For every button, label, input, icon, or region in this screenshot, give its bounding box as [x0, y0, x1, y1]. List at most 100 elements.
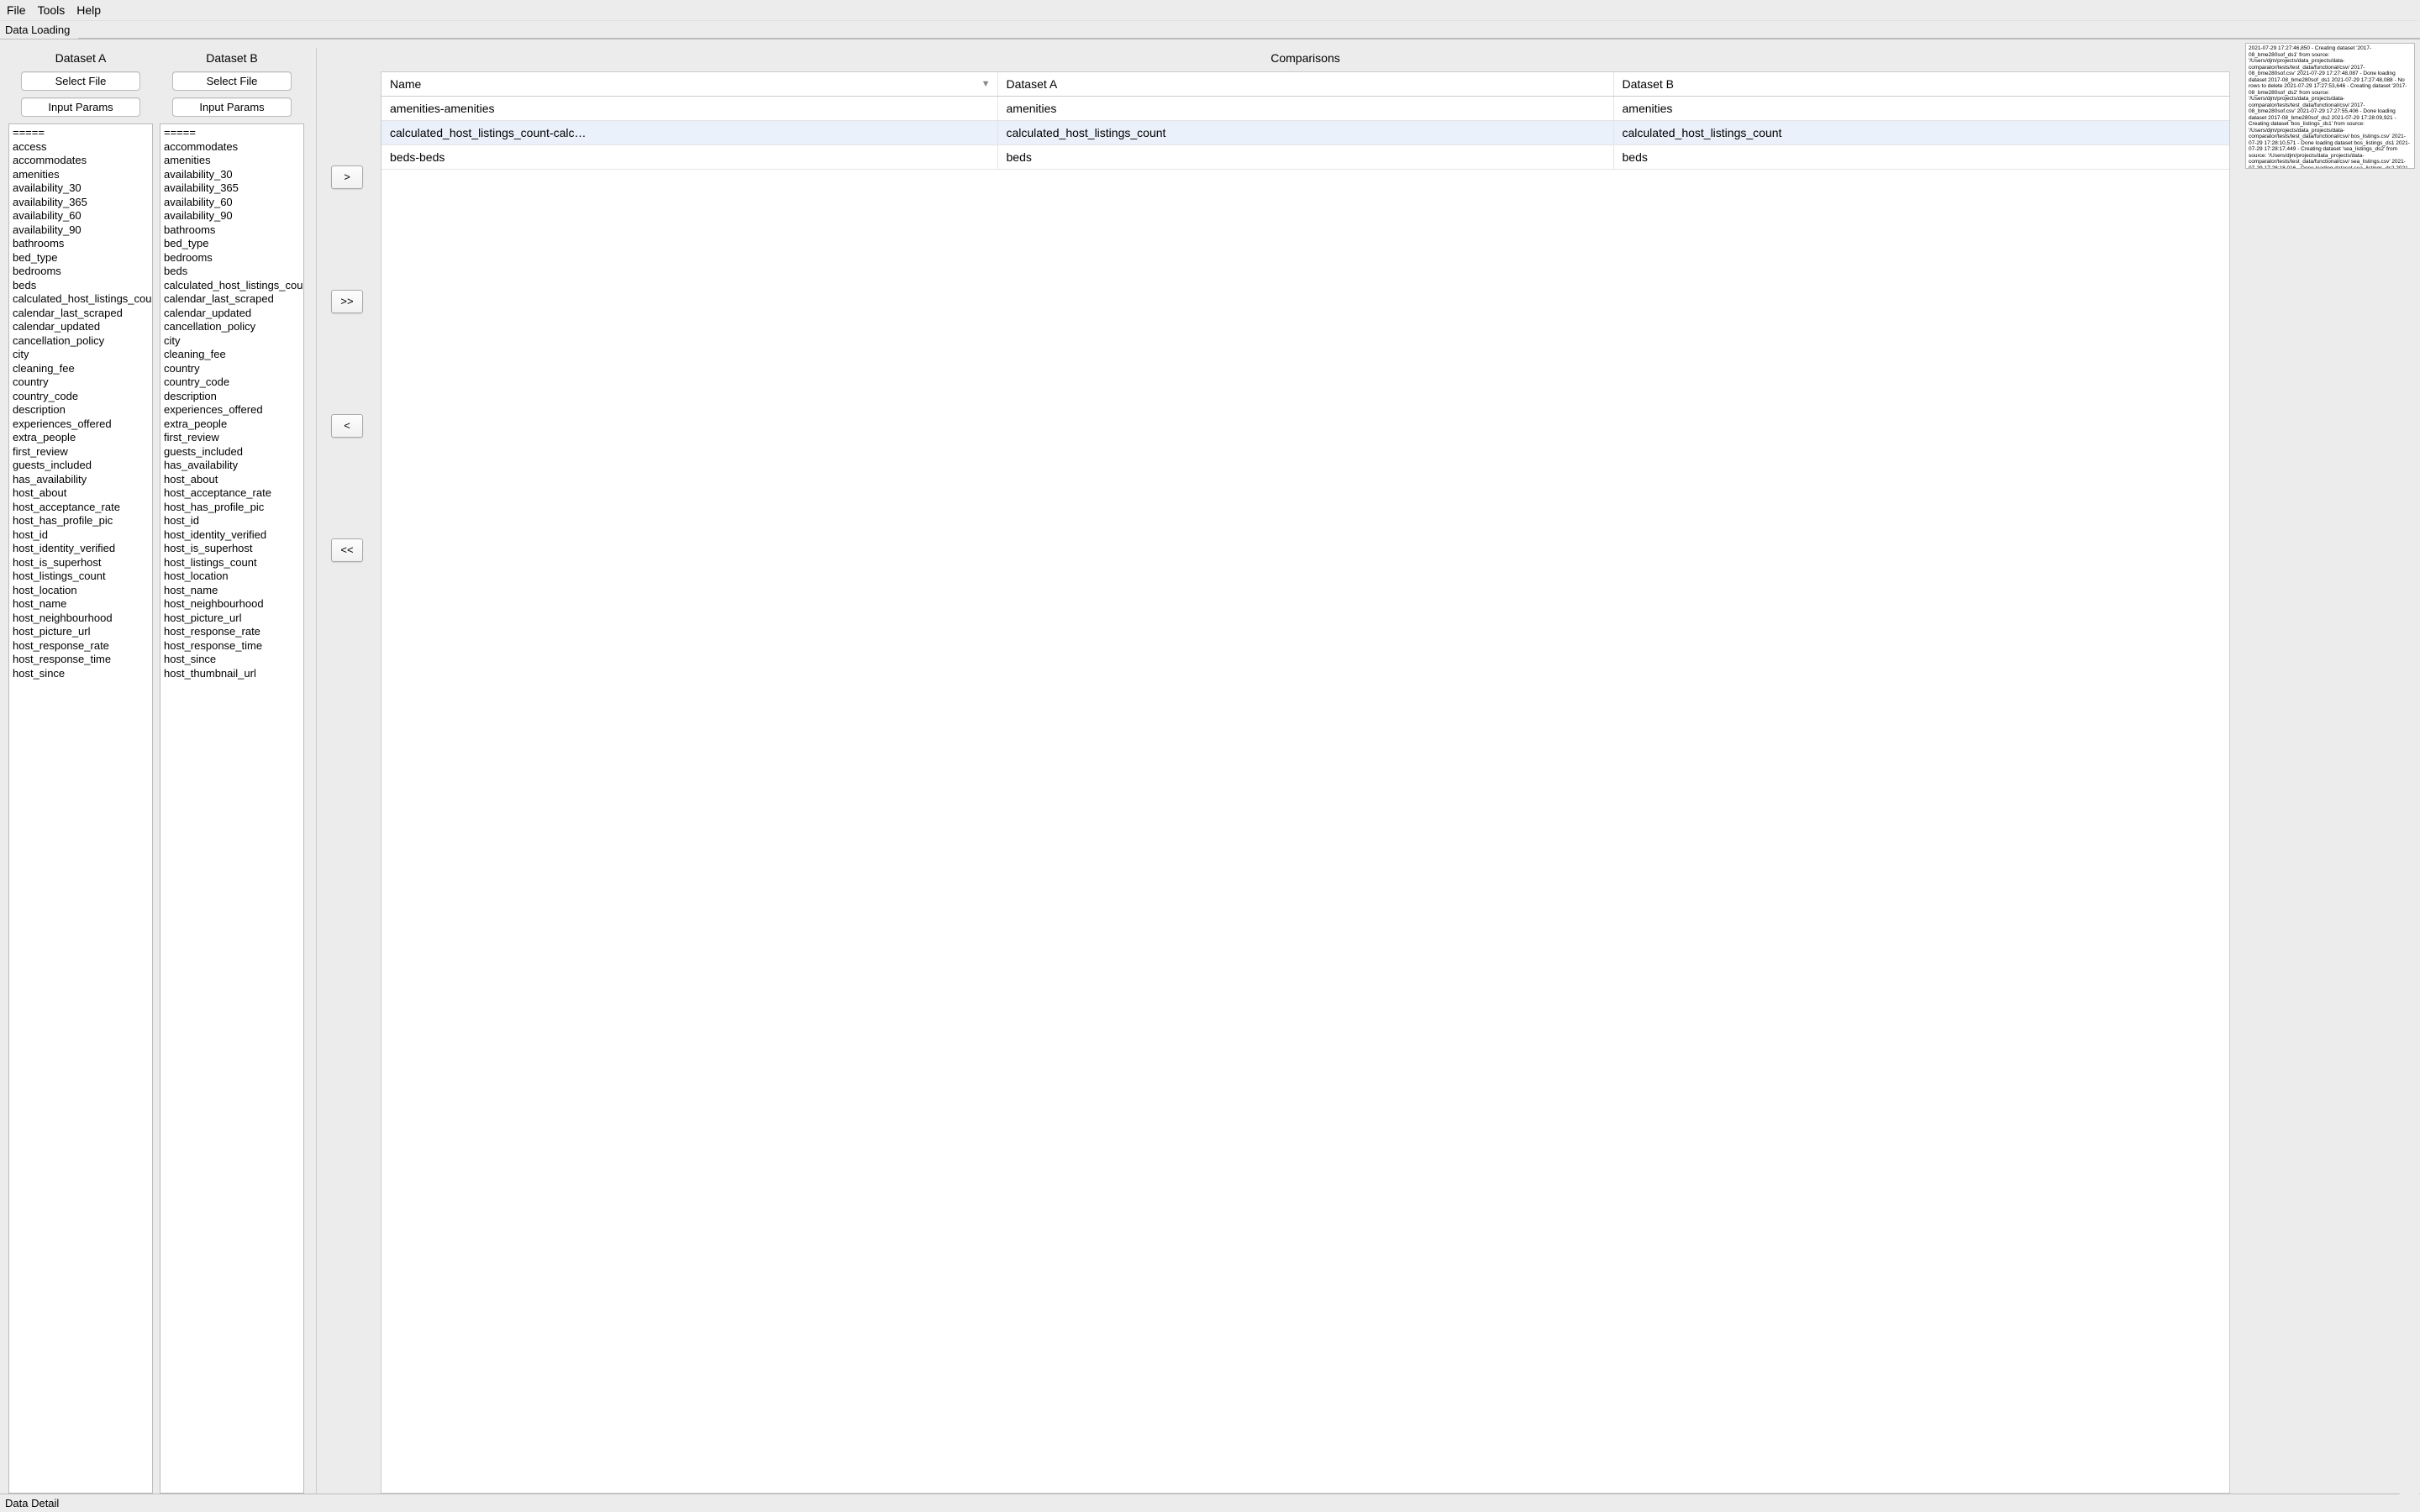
list-item[interactable]: host_identity_verified: [160, 528, 303, 543]
list-item[interactable]: host_has_profile_pic: [9, 514, 152, 528]
list-item[interactable]: host_acceptance_rate: [9, 501, 152, 515]
list-item[interactable]: host_is_superhost: [9, 556, 152, 570]
list-item[interactable]: host_is_superhost: [160, 542, 303, 556]
list-item[interactable]: host_location: [160, 570, 303, 584]
list-item[interactable]: host_name: [9, 597, 152, 612]
list-item[interactable]: host_about: [9, 486, 152, 501]
table-row[interactable]: calculated_host_listings_count-calc…calc…: [381, 121, 2229, 145]
list-item[interactable]: beds: [160, 265, 303, 279]
list-item[interactable]: host_id: [160, 514, 303, 528]
list-item[interactable]: description: [9, 403, 152, 417]
list-item[interactable]: host_since: [9, 667, 152, 681]
list-item[interactable]: country_code: [160, 375, 303, 390]
list-item[interactable]: city: [160, 334, 303, 349]
list-item[interactable]: host_about: [160, 473, 303, 487]
list-item[interactable]: has_availability: [9, 473, 152, 487]
list-item[interactable]: host_picture_url: [9, 625, 152, 639]
list-item[interactable]: extra_people: [160, 417, 303, 432]
list-item[interactable]: first_review: [9, 445, 152, 459]
list-item[interactable]: host_response_time: [9, 653, 152, 667]
remove-all-button[interactable]: <<: [331, 538, 363, 562]
list-item[interactable]: country: [9, 375, 152, 390]
list-item[interactable]: amenities: [160, 154, 303, 168]
list-item[interactable]: availability_365: [9, 196, 152, 210]
list-item[interactable]: guests_included: [160, 445, 303, 459]
list-item[interactable]: amenities: [9, 168, 152, 182]
list-item[interactable]: availability_30: [160, 168, 303, 182]
list-item[interactable]: host_name: [160, 584, 303, 598]
list-item[interactable]: availability_60: [160, 196, 303, 210]
select-file-b-button[interactable]: Select File: [172, 71, 292, 91]
list-item[interactable]: host_has_profile_pic: [160, 501, 303, 515]
col-header-dataset-b[interactable]: Dataset B: [1613, 72, 2229, 97]
list-item[interactable]: calendar_updated: [9, 320, 152, 334]
list-item[interactable]: host_listings_count: [160, 556, 303, 570]
list-item[interactable]: has_availability: [160, 459, 303, 473]
list-item[interactable]: accommodates: [160, 140, 303, 155]
list-item[interactable]: description: [160, 390, 303, 404]
tab-data-loading[interactable]: Data Loading: [0, 21, 78, 39]
list-item[interactable]: cleaning_fee: [160, 348, 303, 362]
list-item[interactable]: host_location: [9, 584, 152, 598]
col-header-dataset-a[interactable]: Dataset A: [997, 72, 1613, 97]
list-item[interactable]: host_acceptance_rate: [160, 486, 303, 501]
list-item[interactable]: cancellation_policy: [9, 334, 152, 349]
list-item[interactable]: country: [160, 362, 303, 376]
list-item[interactable]: calculated_host_listings_count: [160, 279, 303, 293]
menu-tools[interactable]: Tools: [38, 3, 66, 17]
tab-data-detail[interactable]: Data Detail: [0, 1494, 67, 1512]
list-item[interactable]: cleaning_fee: [9, 362, 152, 376]
list-item[interactable]: host_since: [160, 653, 303, 667]
dataset-a-listbox[interactable]: =====accessaccommodatesamenities availabi…: [8, 123, 153, 1494]
list-item[interactable]: calendar_updated: [160, 307, 303, 321]
list-item[interactable]: calendar_last_scraped: [160, 292, 303, 307]
list-item[interactable]: first_review: [160, 431, 303, 445]
list-item[interactable]: calendar_last_scraped: [9, 307, 152, 321]
menu-file[interactable]: File: [7, 3, 26, 17]
list-item[interactable]: host_identity_verified: [9, 542, 152, 556]
list-item[interactable]: accommodates: [9, 154, 152, 168]
list-item[interactable]: host_id: [9, 528, 152, 543]
log-box[interactable]: 2021-07-29 17:27:46,850 - Creating datas…: [2245, 43, 2415, 169]
list-item[interactable]: =====: [9, 126, 152, 140]
list-item[interactable]: host_neighbourhood: [160, 597, 303, 612]
list-item[interactable]: availability_60: [9, 209, 152, 223]
list-item[interactable]: host_listings_count: [9, 570, 152, 584]
table-row[interactable]: amenities-amenitiesamenitiesamenities: [381, 97, 2229, 121]
list-item[interactable]: availability_90: [9, 223, 152, 238]
list-item[interactable]: bedrooms: [9, 265, 152, 279]
list-item[interactable]: cancellation_policy: [160, 320, 303, 334]
list-item[interactable]: availability_365: [160, 181, 303, 196]
list-item[interactable]: guests_included: [9, 459, 152, 473]
list-item[interactable]: access: [9, 140, 152, 155]
list-item[interactable]: extra_people: [9, 431, 152, 445]
remove-one-button[interactable]: <: [331, 414, 363, 438]
add-one-button[interactable]: >: [331, 165, 363, 189]
list-item[interactable]: experiences_offered: [9, 417, 152, 432]
menu-help[interactable]: Help: [76, 3, 101, 17]
col-header-name[interactable]: Name ▼: [381, 72, 997, 97]
list-item[interactable]: host_response_rate: [160, 625, 303, 639]
list-item[interactable]: =====: [160, 126, 303, 140]
list-item[interactable]: city: [9, 348, 152, 362]
list-item[interactable]: host_neighbourhood: [9, 612, 152, 626]
list-item[interactable]: host_response_rate: [9, 639, 152, 654]
list-item[interactable]: bathrooms: [160, 223, 303, 238]
list-item[interactable]: bed_type: [9, 251, 152, 265]
list-item[interactable]: bed_type: [160, 237, 303, 251]
list-item[interactable]: host_picture_url: [160, 612, 303, 626]
add-all-button[interactable]: >>: [331, 290, 363, 313]
list-item[interactable]: bathrooms: [9, 237, 152, 251]
list-item[interactable]: bedrooms: [160, 251, 303, 265]
input-params-b-button[interactable]: Input Params: [172, 97, 292, 117]
dataset-b-listbox[interactable]: =====accommodatesamenitiesavailability_3…: [160, 123, 304, 1494]
list-item[interactable]: availability_90: [160, 209, 303, 223]
select-file-a-button[interactable]: Select File: [21, 71, 140, 91]
input-params-a-button[interactable]: Input Params: [21, 97, 140, 117]
list-item[interactable]: host_thumbnail_url: [160, 667, 303, 681]
list-item[interactable]: country_code: [9, 390, 152, 404]
list-item[interactable]: experiences_offered: [160, 403, 303, 417]
table-row[interactable]: beds-bedsbedsbeds: [381, 145, 2229, 170]
list-item[interactable]: beds: [9, 279, 152, 293]
list-item[interactable]: calculated_host_listings_count: [9, 292, 152, 307]
